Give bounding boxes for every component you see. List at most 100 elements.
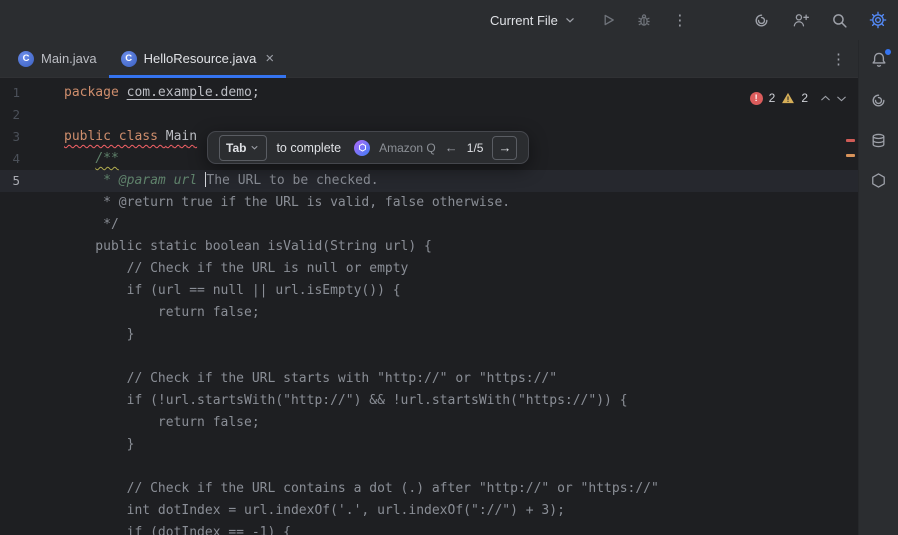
- error-count: 2: [769, 87, 776, 109]
- next-problem-icon[interactable]: [835, 92, 848, 105]
- notification-badge: [885, 49, 891, 55]
- line-number: [0, 346, 64, 368]
- code-text: /**: [64, 148, 119, 170]
- code-line[interactable]: public static boolean isValid(String url…: [0, 236, 858, 258]
- code-line[interactable]: 5 * @param url The URL to be checked.: [0, 170, 858, 192]
- run-button[interactable]: [597, 9, 619, 31]
- line-number: 1: [0, 82, 64, 104]
- code-line[interactable]: return false;: [0, 302, 858, 324]
- warning-count: 2: [801, 87, 808, 109]
- code-line[interactable]: if (dotIndex == -1) {: [0, 522, 858, 535]
- line-number: [0, 258, 64, 280]
- code-text: }: [64, 324, 134, 346]
- chevron-down-icon: [563, 13, 577, 27]
- code-line[interactable]: [0, 346, 858, 368]
- error-stripe[interactable]: [844, 78, 858, 535]
- line-number: [0, 478, 64, 500]
- prev-problem-icon[interactable]: [819, 92, 832, 105]
- ide-window: Current File ⋮: [0, 0, 898, 535]
- main-row: C Main.java C HelloResource.java × ⋮ 1pa…: [0, 40, 898, 535]
- toolbar-right-group: [750, 0, 889, 40]
- main-toolbar: Current File ⋮: [0, 0, 898, 40]
- line-number: 5: [0, 170, 64, 192]
- tab-main-java[interactable]: C Main.java: [6, 40, 109, 77]
- tab-helloresource-java[interactable]: C HelloResource.java ×: [109, 40, 287, 77]
- notifications-button[interactable]: [869, 50, 889, 70]
- code-text: * @param url The URL to be checked.: [64, 170, 379, 192]
- code-text: public class Main: [64, 126, 197, 148]
- code-text: package com.example.demo;: [64, 82, 260, 104]
- editor-area: C Main.java C HelloResource.java × ⋮ 1pa…: [0, 40, 858, 535]
- tab-key-button[interactable]: Tab: [219, 135, 267, 161]
- kebab-icon: ⋮: [672, 13, 687, 28]
- code-text: return false;: [64, 302, 260, 324]
- tab-key-label: Tab: [226, 137, 246, 159]
- java-class-icon: C: [18, 51, 34, 67]
- code-text: if (!url.startsWith("http://") && !url.s…: [64, 390, 628, 412]
- run-config-selector[interactable]: Current File: [484, 9, 583, 32]
- toolbar-more-button[interactable]: ⋮: [669, 9, 691, 31]
- inspections-widget[interactable]: ! 2 2: [750, 87, 848, 109]
- code-line[interactable]: // Check if the URL is null or empty: [0, 258, 858, 280]
- code-editor[interactable]: 1package com.example.demo;23public class…: [0, 78, 858, 535]
- settings-button[interactable]: [867, 9, 889, 31]
- code-with-me-button[interactable]: [789, 9, 811, 31]
- provider-label: Amazon Q: [379, 137, 436, 159]
- ai-swirl-icon: [870, 92, 887, 109]
- line-number: [0, 236, 64, 258]
- code-line[interactable]: int dotIndex = url.indexOf('.', url.inde…: [0, 500, 858, 522]
- debug-button[interactable]: [633, 9, 655, 31]
- play-icon: [600, 12, 616, 28]
- line-number: [0, 214, 64, 236]
- code-line[interactable]: if (!url.startsWith("http://") && !url.s…: [0, 390, 858, 412]
- code-line[interactable]: 2: [0, 104, 858, 126]
- line-number: [0, 192, 64, 214]
- code-line[interactable]: [0, 456, 858, 478]
- code-text: * @return true if the URL is valid, fals…: [64, 192, 510, 214]
- search-everywhere-button[interactable]: [828, 9, 850, 31]
- code-line[interactable]: 1package com.example.demo;: [0, 82, 858, 104]
- code-line[interactable]: * @return true if the URL is valid, fals…: [0, 192, 858, 214]
- error-icon: !: [750, 92, 763, 105]
- amazon-q-logo-icon: [354, 140, 370, 156]
- line-number: [0, 302, 64, 324]
- run-config-label: Current File: [490, 13, 558, 28]
- popup-action-label: to complete: [276, 137, 341, 159]
- chevron-down-icon: [249, 142, 260, 153]
- stripe-mark[interactable]: [846, 139, 855, 142]
- code-line[interactable]: // Check if the URL contains a dot (.) a…: [0, 478, 858, 500]
- stripe-mark[interactable]: [846, 154, 855, 157]
- code-text: }: [64, 434, 134, 456]
- line-number: [0, 500, 64, 522]
- close-tab-icon[interactable]: ×: [265, 51, 274, 66]
- editor-tabbar: C Main.java C HelloResource.java × ⋮: [0, 40, 858, 78]
- code-text: int dotIndex = url.indexOf('.', url.inde…: [64, 500, 565, 522]
- code-line[interactable]: // Check if the URL starts with "http://…: [0, 368, 858, 390]
- code-line[interactable]: return false;: [0, 412, 858, 434]
- dependencies-toolwindow-button[interactable]: [869, 170, 889, 190]
- code-text: if (url == null || url.isEmpty()) {: [64, 280, 401, 302]
- line-number: 2: [0, 104, 64, 126]
- inline-completion-popup: Tab to complete Amazon Q ← 1/5 →: [207, 131, 529, 164]
- code-line[interactable]: */: [0, 214, 858, 236]
- ai-assistant-icon: [753, 12, 770, 29]
- code-text: public static boolean isValid(String url…: [64, 236, 432, 258]
- database-toolwindow-button[interactable]: [869, 130, 889, 150]
- ai-toolwindow-button[interactable]: [869, 90, 889, 110]
- tab-label: HelloResource.java: [144, 51, 257, 66]
- code-line[interactable]: }: [0, 324, 858, 346]
- code-line[interactable]: if (url == null || url.isEmpty()) {: [0, 280, 858, 302]
- run-widget-group: Current File ⋮: [484, 0, 691, 40]
- code-text: */: [64, 214, 119, 236]
- code-text: if (dotIndex == -1) {: [64, 522, 291, 535]
- java-class-icon: C: [121, 51, 137, 67]
- database-icon: [870, 132, 887, 149]
- prev-suggestion-icon[interactable]: ←: [445, 137, 458, 159]
- line-number: [0, 434, 64, 456]
- search-icon: [831, 12, 848, 29]
- line-number: [0, 522, 64, 535]
- ai-assistant-button[interactable]: [750, 9, 772, 31]
- code-line[interactable]: }: [0, 434, 858, 456]
- tab-options-icon[interactable]: ⋮: [831, 50, 846, 68]
- next-suggestion-icon[interactable]: →: [492, 136, 517, 160]
